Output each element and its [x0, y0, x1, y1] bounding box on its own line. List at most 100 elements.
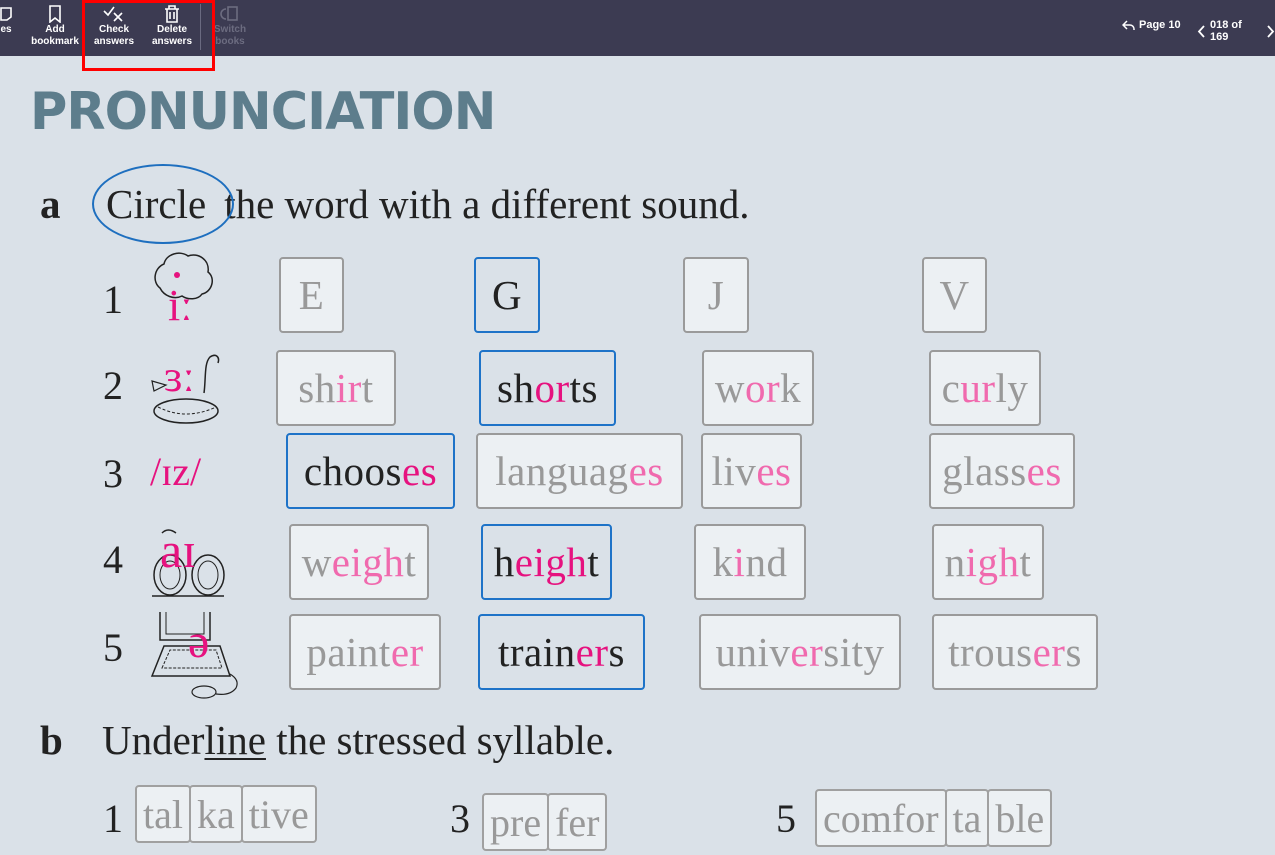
word-text: w [714, 365, 745, 411]
phoneme-2: ɜː [164, 352, 195, 401]
word-text: ly [995, 365, 1029, 411]
word-option-4-2[interactable]: h eigh t [481, 524, 612, 600]
word-option-3-3[interactable]: liv es [701, 433, 802, 509]
word-highlight: ir [335, 365, 362, 411]
syllable-group-3: pre fer [482, 793, 608, 851]
word-text: languag [495, 448, 629, 494]
syllable-group-5: comfor ta ble [815, 789, 1053, 847]
syllable-option[interactable]: fer [547, 793, 608, 851]
word-option-4-3[interactable]: k i nd [694, 524, 806, 600]
check-answers-label-1: Check [98, 24, 129, 35]
word-option-5-3[interactable]: univ er sity [699, 614, 901, 690]
word-highlight: er [790, 629, 824, 675]
word-text: k [780, 365, 802, 411]
computer-picture: ə [148, 608, 248, 703]
word-option-1-4[interactable]: V [922, 257, 987, 333]
row-number-2: 2 [103, 363, 123, 408]
word-option-2-2[interactable]: sh or ts [479, 350, 616, 426]
check-answers-icon [103, 4, 125, 24]
word-option-2-3[interactable]: w or k [702, 350, 814, 426]
check-answers-button[interactable]: Check answers [92, 4, 136, 48]
switch-books-button[interactable]: Switch books [208, 4, 252, 48]
word-option-1-3[interactable]: J [683, 257, 749, 333]
syllable-option[interactable]: ka [188, 785, 243, 843]
page-indicator: 018 of 169 [1210, 19, 1242, 43]
word-text: t [587, 539, 600, 585]
word-text: V [939, 272, 970, 318]
tree-picture: iː [148, 248, 218, 338]
word-text: nd [745, 539, 788, 585]
row-number-3: 3 [103, 451, 123, 496]
instruction-b-pre: Under [102, 717, 205, 763]
trash-icon [164, 4, 180, 24]
word-option-2-1[interactable]: sh ir t [276, 350, 396, 426]
bike-picture: aɪ [148, 522, 228, 600]
word-option-3-4[interactable]: glass es [929, 433, 1075, 509]
word-text: sh [298, 365, 336, 411]
section-letter-b: b [40, 717, 63, 763]
notes-button[interactable]: es [0, 4, 16, 36]
next-page-icon[interactable] [1266, 24, 1275, 38]
prev-page-icon[interactable] [1197, 24, 1206, 38]
instruction-b-underlined: line [204, 717, 266, 763]
syllable-option[interactable]: comfor [815, 789, 947, 847]
instruction-b: b Underline the stressed syllable. [40, 716, 614, 764]
word-text: G [491, 272, 523, 318]
word-option-5-2[interactable]: train er s [478, 614, 645, 690]
word-option-5-4[interactable]: trous er s [932, 614, 1098, 690]
delete-answers-button[interactable]: Delete answers [150, 4, 194, 48]
syllable-option[interactable]: tal [135, 785, 191, 843]
word-option-5-1[interactable]: paint er [289, 614, 441, 690]
syllable-group-1: tal ka tive [135, 785, 317, 843]
phoneme-3: /ɪz/ [150, 449, 202, 494]
word-highlight: es [628, 448, 664, 494]
row-number-4: 4 [103, 537, 123, 582]
word-highlight: er [1032, 629, 1066, 675]
notes-icon [0, 4, 13, 24]
syllable-option[interactable]: pre [482, 793, 550, 851]
toolbar-divider [200, 4, 201, 50]
syllable-item-number-5: 5 [776, 796, 796, 841]
word-text: paint [306, 629, 391, 675]
word-text: sh [497, 365, 535, 411]
word-option-3-2[interactable]: languag es [476, 433, 683, 509]
back-to-page-link[interactable]: Page 10 [1122, 19, 1181, 31]
word-highlight: eigh [514, 539, 588, 585]
word-highlight: es [756, 448, 792, 494]
word-text: s [608, 629, 625, 675]
word-option-1-2[interactable]: G [474, 257, 540, 333]
word-highlight: eigh [331, 539, 405, 585]
word-text: w [301, 539, 332, 585]
word-option-3-1[interactable]: choos es [286, 433, 455, 509]
word-text: sity [823, 629, 885, 675]
word-text: n [944, 539, 966, 585]
word-option-4-4[interactable]: n igh t [932, 524, 1044, 600]
word-text: J [707, 272, 725, 318]
word-highlight: ur [960, 365, 996, 411]
word-option-4-1[interactable]: w eigh t [289, 524, 429, 600]
word-highlight: igh [965, 539, 1020, 585]
word-highlight: or [534, 365, 570, 411]
add-bookmark-button[interactable]: Add bookmark [30, 4, 80, 48]
syllable-option[interactable]: tive [240, 785, 317, 843]
word-highlight: or [744, 365, 781, 411]
word-text: E [298, 272, 325, 318]
instruction-a-text: the word with a different sound. [224, 181, 750, 227]
switch-books-label-1: Switch [213, 24, 247, 35]
bookmark-icon [48, 4, 62, 24]
notes-label: es [0, 24, 12, 35]
word-text: trous [948, 629, 1033, 675]
switch-books-label-2: books [215, 36, 245, 47]
phoneme-5: ə [188, 615, 210, 668]
add-bookmark-label-1: Add [45, 24, 65, 35]
top-toolbar: es Add bookmark Check answers Delete ans… [0, 0, 1275, 56]
word-highlight: er [390, 629, 424, 675]
word-option-1-1[interactable]: E [279, 257, 344, 333]
word-option-2-4[interactable]: c ur ly [929, 350, 1041, 426]
word-text: h [493, 539, 515, 585]
back-to-page-label: Page 10 [1139, 19, 1181, 31]
syllable-option[interactable]: ta [944, 789, 990, 847]
syllable-option[interactable]: ble [987, 789, 1053, 847]
delete-answers-label-2: answers [151, 36, 193, 47]
word-highlight: es [402, 448, 438, 494]
